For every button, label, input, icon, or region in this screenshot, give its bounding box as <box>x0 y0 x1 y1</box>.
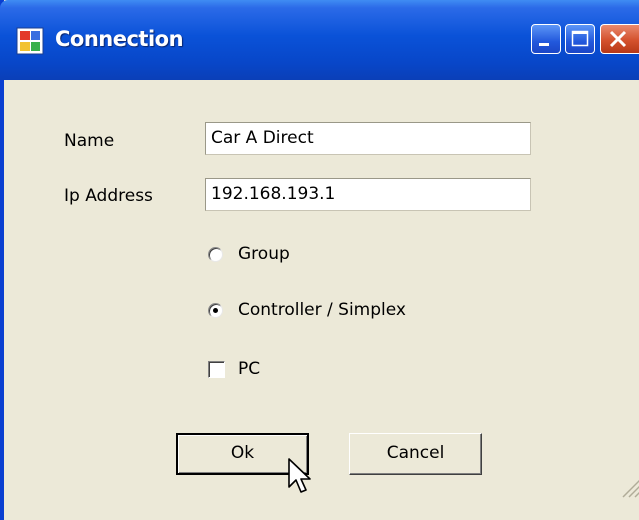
close-icon <box>609 30 627 48</box>
controller-simplex-radio-label[interactable]: Controller / Simplex <box>238 300 406 320</box>
group-radio[interactable] <box>208 247 223 262</box>
cancel-button[interactable]: Cancel <box>349 433 482 475</box>
pc-checkbox[interactable] <box>208 361 225 378</box>
ip-address-label: Ip Address <box>64 186 153 206</box>
maximize-icon <box>571 30 589 47</box>
controller-simplex-radio[interactable] <box>208 303 223 318</box>
resize-grip-icon[interactable] <box>614 470 639 499</box>
maximize-button[interactable] <box>565 24 595 54</box>
minimize-icon <box>539 43 549 46</box>
window-title: Connection <box>55 27 184 51</box>
title-bar[interactable]: Connection <box>0 0 639 80</box>
minimize-button[interactable] <box>531 24 561 54</box>
app-icon <box>16 27 44 55</box>
name-label: Name <box>64 131 115 151</box>
pc-checkbox-label[interactable]: PC <box>238 359 260 379</box>
radio-selected-dot <box>213 308 218 313</box>
ip-address-input[interactable]: 192.168.193.1 <box>205 178 531 211</box>
group-radio-label[interactable]: Group <box>238 244 290 264</box>
name-input[interactable]: Car A Direct <box>205 122 531 155</box>
connection-dialog: Connection Name Car A Direct Ip Address … <box>0 0 639 520</box>
mouse-cursor-icon <box>288 458 311 493</box>
close-button[interactable] <box>600 24 639 54</box>
